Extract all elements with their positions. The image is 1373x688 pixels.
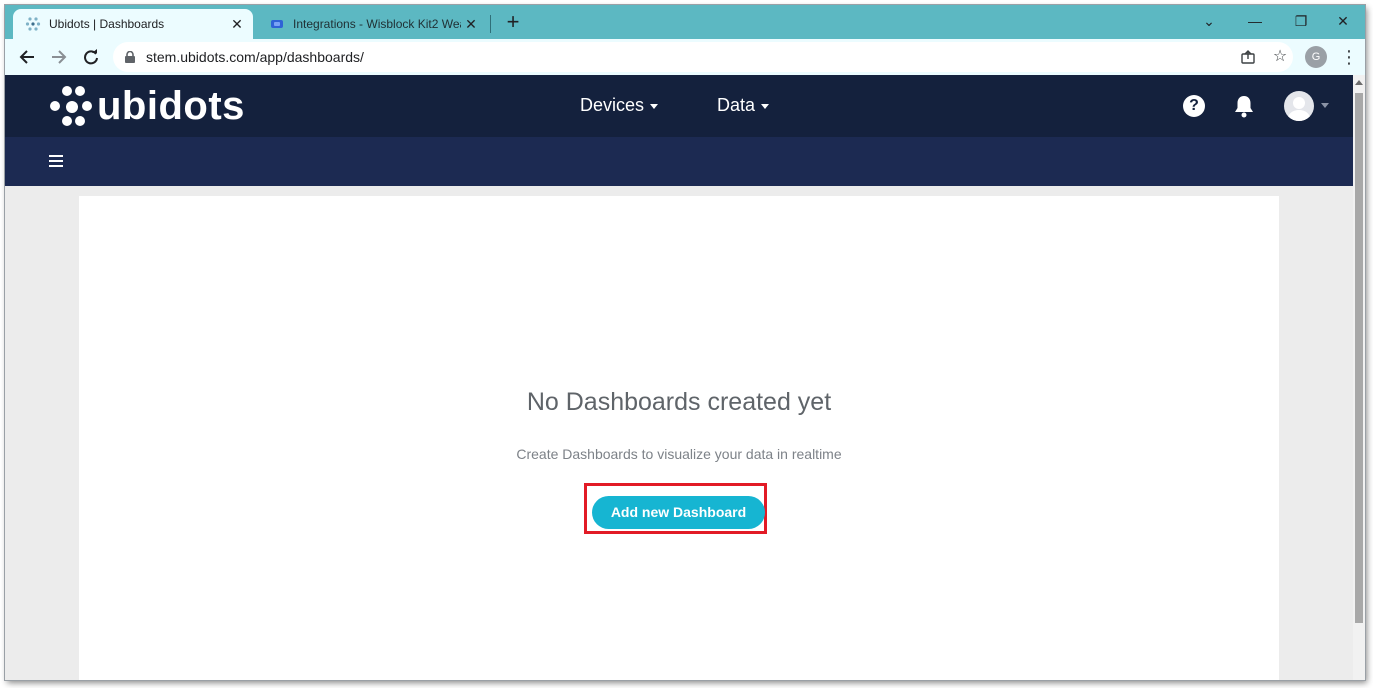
caret-down-icon: [650, 103, 659, 109]
page-scrollbar[interactable]: [1353, 75, 1365, 680]
browser-toolbar: stem.ubidots.com/app/dashboards/ ☆ G ⋮: [5, 39, 1365, 75]
minimize-button[interactable]: —: [1232, 9, 1278, 33]
bookmark-star-icon[interactable]: ☆: [1270, 47, 1290, 67]
reload-icon[interactable]: [79, 46, 103, 68]
browser-profile-avatar[interactable]: G: [1305, 46, 1327, 68]
empty-state-title: No Dashboards created yet: [526, 388, 832, 416]
tab-title: Integrations - Wisblock Kit2 Wea: [293, 17, 461, 31]
back-arrow-icon[interactable]: [15, 46, 39, 68]
browser-window: Ubidots | Dashboards ✕ Integrations - Wi…: [5, 5, 1365, 680]
tab-close-icon[interactable]: ✕: [227, 16, 247, 33]
caret-down-icon: [761, 103, 770, 109]
address-bar[interactable]: stem.ubidots.com/app/dashboards/ ☆: [113, 42, 1293, 72]
add-new-dashboard-button[interactable]: Add new Dashboard: [592, 496, 765, 529]
close-window-button[interactable]: ✕: [1320, 9, 1365, 33]
logo-text: ubidots: [97, 84, 245, 128]
ubidots-logo[interactable]: ubidots: [49, 83, 245, 129]
nav-devices[interactable]: Devices: [580, 93, 659, 117]
rak-favicon-icon: [269, 16, 285, 32]
tab-search-icon[interactable]: ⌄: [1186, 9, 1232, 33]
hamburger-menu-icon[interactable]: [49, 155, 63, 167]
empty-state-subtitle: Create Dashboards to visualize your data…: [516, 446, 842, 462]
new-tab-button[interactable]: +: [501, 11, 525, 35]
share-icon[interactable]: [1238, 47, 1258, 67]
browser-menu-icon[interactable]: ⋮: [1340, 46, 1358, 68]
restore-button[interactable]: ❐: [1278, 9, 1324, 33]
dashboards-empty-state-card: No Dashboards created yet Create Dashboa…: [79, 196, 1279, 680]
tab-title: Ubidots | Dashboards: [49, 17, 165, 31]
nav-devices-label: Devices: [580, 95, 645, 115]
tab-integrations[interactable]: Integrations - Wisblock Kit2 Wea ✕: [257, 9, 487, 39]
tab-ubidots-dashboards[interactable]: Ubidots | Dashboards ✕: [13, 9, 253, 39]
page-viewport: ubidots Devices Data ? No Dashboards cre…: [5, 75, 1353, 680]
notification-bell-icon[interactable]: [1232, 93, 1256, 119]
help-icon[interactable]: ?: [1183, 95, 1205, 117]
lock-icon: [125, 50, 135, 63]
nav-data[interactable]: Data: [717, 93, 770, 117]
tab-separator: [490, 15, 491, 33]
app-top-nav: ubidots Devices Data ?: [5, 75, 1353, 137]
app-sub-nav: [5, 137, 1353, 186]
url-text: stem.ubidots.com/app/dashboards/: [146, 49, 364, 65]
forward-arrow-icon[interactable]: [47, 46, 71, 68]
user-menu-caret-icon[interactable]: [1321, 103, 1329, 108]
user-avatar[interactable]: [1284, 91, 1314, 121]
tab-close-icon[interactable]: ✕: [461, 16, 481, 33]
scrollbar-thumb[interactable]: [1355, 93, 1363, 623]
ubidots-logo-icon: [49, 84, 93, 128]
tab-strip: Ubidots | Dashboards ✕ Integrations - Wi…: [5, 5, 1365, 39]
scroll-up-arrow-icon[interactable]: [1355, 80, 1363, 85]
ubidots-favicon-icon: [25, 16, 41, 32]
nav-data-label: Data: [717, 95, 756, 115]
